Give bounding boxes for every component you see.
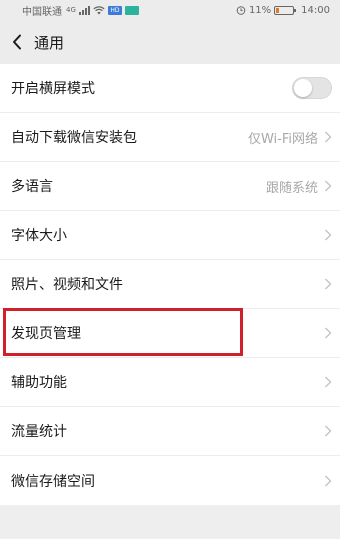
hd-icon: HD bbox=[107, 5, 122, 15]
navigation-bar: 通用 bbox=[0, 20, 340, 64]
alarm-icon bbox=[236, 6, 246, 15]
chevron-right-icon bbox=[325, 278, 332, 290]
chevron-right-icon bbox=[325, 131, 332, 143]
setting-auto-download[interactable]: 自动下载微信安装包 仅Wi-Fi网络 bbox=[0, 113, 340, 162]
hd-badge: HD bbox=[110, 6, 120, 14]
status-left: 中国联通 4G HD bbox=[22, 3, 139, 18]
setting-storage[interactable]: 微信存储空间 bbox=[0, 456, 340, 505]
setting-label: 多语言 bbox=[11, 179, 53, 195]
status-right: 11% 14:00 bbox=[236, 5, 330, 16]
setting-value: 仅Wi-Fi网络 bbox=[247, 131, 318, 147]
chevron-right-icon bbox=[325, 229, 332, 241]
setting-label: 流量统计 bbox=[11, 424, 67, 440]
toggle-knob bbox=[294, 79, 312, 97]
status-bar: 中国联通 4G HD 11% 14:00 bbox=[0, 0, 340, 20]
setting-media-files[interactable]: 照片、视频和文件 bbox=[0, 260, 340, 309]
battery-percent: 11% bbox=[248, 4, 272, 16]
setting-font-size[interactable]: 字体大小 bbox=[0, 211, 340, 260]
chevron-right-icon bbox=[325, 376, 332, 388]
chevron-right-icon bbox=[325, 425, 332, 437]
network-type-badge: 4G bbox=[66, 6, 76, 14]
back-chevron-icon[interactable] bbox=[8, 30, 26, 54]
chevron-right-icon bbox=[325, 327, 332, 339]
setting-label: 发现页管理 bbox=[11, 326, 81, 342]
setting-label: 自动下载微信安装包 bbox=[11, 130, 137, 146]
carrier-name: 中国联通 bbox=[22, 6, 62, 18]
page-title: 通用 bbox=[34, 33, 65, 52]
wifi-icon bbox=[93, 5, 105, 14]
settings-list: 开启横屏模式 自动下载微信安装包 仅Wi-Fi网络 多语言 跟随系统 字体大小 … bbox=[0, 64, 340, 505]
landscape-toggle[interactable] bbox=[292, 77, 332, 99]
setting-language[interactable]: 多语言 跟随系统 bbox=[0, 162, 340, 211]
signal-icon bbox=[78, 5, 90, 15]
setting-value: 跟随系统 bbox=[265, 180, 318, 196]
chevron-right-icon bbox=[325, 180, 332, 192]
clock: 14:00 bbox=[301, 4, 330, 16]
setting-accessibility[interactable]: 辅助功能 bbox=[0, 358, 340, 407]
setting-label: 辅助功能 bbox=[11, 375, 67, 391]
setting-discover-management[interactable]: 发现页管理 bbox=[0, 309, 340, 358]
setting-label: 照片、视频和文件 bbox=[11, 277, 123, 293]
notification-icon bbox=[124, 5, 139, 15]
chevron-right-icon bbox=[325, 475, 332, 486]
setting-label: 微信存储空间 bbox=[11, 473, 95, 490]
setting-label: 开启横屏模式 bbox=[11, 81, 95, 97]
battery-icon bbox=[274, 5, 297, 15]
setting-label: 字体大小 bbox=[11, 228, 67, 244]
setting-landscape-mode[interactable]: 开启横屏模式 bbox=[0, 64, 340, 113]
setting-data-usage[interactable]: 流量统计 bbox=[0, 407, 340, 456]
